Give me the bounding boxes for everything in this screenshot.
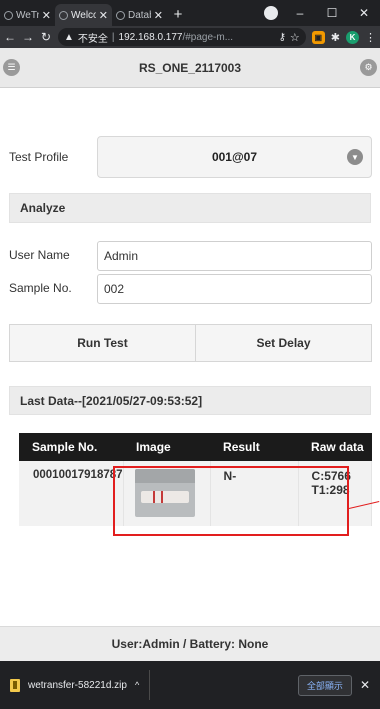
browser-tab-welcome[interactable]: Welcor ✕ [55, 4, 112, 26]
raw-c-value: C:5766 [311, 469, 351, 483]
back-arrow-icon[interactable]: ← [4, 30, 16, 44]
tab-title: WeTrar [16, 9, 39, 21]
star-icon[interactable]: ☆ [290, 31, 300, 44]
tab-close-icon[interactable]: ✕ [99, 9, 108, 22]
url-text[interactable]: 192.168.0.177/#page-m... [119, 32, 234, 43]
column-header-image: Image [123, 433, 211, 461]
analyze-section-header: Analyze [9, 193, 371, 223]
test-strip-image[interactable] [134, 469, 195, 517]
column-header-sample-no: Sample No. [19, 433, 124, 461]
address-bar[interactable]: ▲ 不安全 | 192.168.0.177/#page-m... ⚷ ☆ [58, 28, 306, 46]
test-profile-value: 001@07 [211, 150, 258, 164]
url-path: /#page-m... [182, 31, 234, 43]
tab-favicon-icon [4, 10, 13, 20]
puzzle-icon[interactable]: ✱ [331, 31, 340, 44]
set-delay-button[interactable]: Set Delay [195, 324, 372, 362]
raw-t-value: T1:298 [311, 483, 350, 497]
close-download-bar-icon[interactable]: ✕ [360, 678, 370, 692]
sample-no-label: Sample No. [9, 281, 72, 295]
browser-tab-wetransfer[interactable]: WeTrar ✕ [0, 4, 55, 26]
key-icon[interactable]: ⚷ [279, 32, 286, 43]
menu-icon[interactable]: ☰ [3, 59, 20, 76]
table-row: 00010017918787 N- C:5766 T1:298 [19, 461, 373, 526]
run-test-button[interactable]: Run Test [9, 324, 196, 362]
user-name-label: User Name [9, 248, 70, 262]
tab-favicon-icon [116, 10, 125, 20]
column-header-result: Result [210, 433, 299, 461]
download-file-name: wetransfer-58221d.zip [28, 679, 127, 691]
forward-arrow-icon[interactable]: → [22, 30, 34, 44]
warning-icon[interactable]: ▲ [64, 32, 74, 43]
tab-title: Welcor [71, 9, 96, 21]
test-profile-select[interactable]: 001@07 ▼ [97, 136, 372, 178]
last-data-header: Last Data--[2021/05/27-09:53:52] [9, 386, 371, 415]
test-line [160, 491, 163, 503]
column-header-raw-data: Raw data [298, 433, 372, 461]
download-bar: wetransfer-58221d.zip ^ 全部顯示 ✕ [0, 661, 380, 709]
test-profile-label: Test Profile [9, 150, 69, 164]
sample-no-cell: 00010017918787 [19, 461, 124, 526]
status-footer: User:Admin / Battery: None [0, 626, 380, 661]
chevron-down-icon: ▼ [347, 149, 363, 165]
download-item[interactable]: wetransfer-58221d.zip ^ [10, 670, 151, 700]
app-header: ☰ RS_ONE_2117003 ⚙ [0, 48, 380, 88]
image-background [134, 469, 195, 483]
profile-menu-icon[interactable] [264, 6, 278, 20]
minimize-icon[interactable]: – [284, 0, 316, 26]
page-title: RS_ONE_2117003 [138, 60, 242, 75]
show-all-downloads-button[interactable]: 全部顯示 [297, 674, 352, 696]
zip-file-icon [10, 678, 20, 692]
browser-tab-strip: WeTrar ✕ Welcor ✕ Databa ✕ + – ☐ ✕ [0, 0, 380, 26]
url-host: 192.168.0.177 [118, 31, 183, 43]
sample-no-input[interactable]: 002 [97, 274, 372, 304]
image-cell [123, 461, 211, 526]
close-window-icon[interactable]: ✕ [348, 0, 380, 26]
chevron-up-icon[interactable]: ^ [135, 680, 139, 690]
browser-tab-database[interactable]: Databa ✕ [112, 4, 167, 26]
browser-toolbar: ← → ↻ ▲ 不安全 | 192.168.0.177/#page-m... ⚷… [0, 26, 380, 48]
more-menu-icon[interactable]: ⋮ [365, 31, 376, 44]
avatar[interactable]: K [346, 30, 359, 44]
address-divider: | [111, 31, 115, 43]
tab-close-icon[interactable]: ✕ [154, 9, 163, 22]
table-header-row: Sample No. Image Result Raw data [19, 433, 372, 461]
test-strip [140, 491, 189, 503]
raw-data-cell: C:5766 T1:298 [298, 461, 373, 526]
tab-favicon-icon [59, 10, 68, 20]
reload-icon[interactable]: ↻ [40, 30, 52, 44]
security-label[interactable]: 不安全 [78, 30, 108, 45]
results-table: Sample No. Image Result Raw data 0001001… [19, 433, 373, 526]
settings-icon[interactable]: ⚙ [360, 59, 377, 76]
extension-icon[interactable]: ▣ [311, 30, 325, 44]
tab-close-icon[interactable]: ✕ [42, 9, 51, 22]
new-tab-button[interactable]: + [167, 4, 189, 26]
maximize-icon[interactable]: ☐ [316, 0, 348, 26]
control-line [152, 491, 155, 503]
result-cell: N- [210, 461, 299, 526]
tab-title: Databa [128, 9, 151, 21]
user-name-input[interactable]: Admin [97, 241, 372, 271]
